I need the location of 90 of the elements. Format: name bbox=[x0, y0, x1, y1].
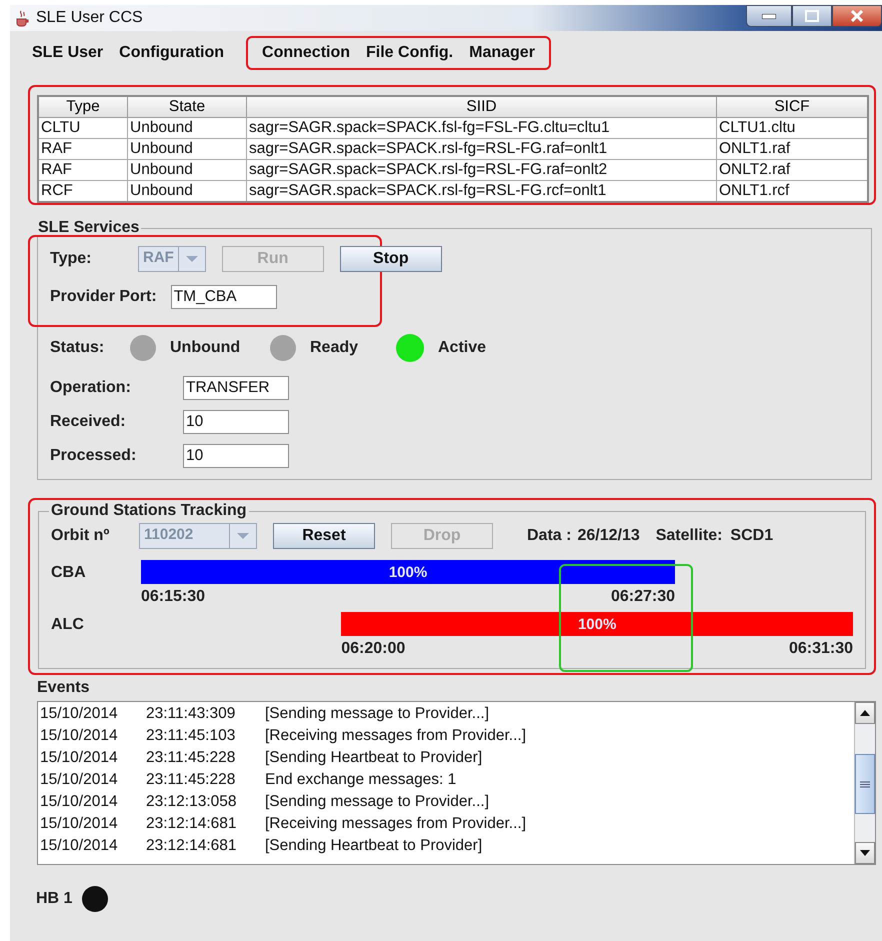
satellite-value: SCD1 bbox=[730, 527, 774, 545]
field-label: Processed: bbox=[50, 447, 138, 465]
table-cell: sagr=SAGR.spack=SPACK.rsl-fg=RSL-FG.raf=onlt1 bbox=[246, 138, 716, 160]
scroll-thumb[interactable] bbox=[855, 754, 875, 814]
column-header[interactable]: Type bbox=[38, 96, 128, 118]
menu-item[interactable]: File Config. bbox=[358, 44, 462, 62]
status-text: Ready bbox=[310, 339, 358, 357]
event-date: 15/10/2014 bbox=[40, 705, 119, 723]
group-title: Ground Stations Tracking bbox=[50, 502, 248, 520]
events-title: Events bbox=[37, 679, 90, 697]
station-label: ALC bbox=[51, 615, 85, 635]
status-text: Active bbox=[438, 339, 486, 357]
end-time: 06:31:30 bbox=[788, 640, 853, 658]
orbit-label: Orbit nº bbox=[51, 527, 110, 545]
event-time: 23:11:45:103 bbox=[146, 727, 236, 745]
close-button[interactable] bbox=[832, 5, 882, 27]
maximize-icon bbox=[805, 10, 819, 22]
menu-item[interactable]: Configuration bbox=[111, 44, 232, 62]
event-time: 23:12:13:058 bbox=[146, 793, 238, 811]
table-cell: sagr=SAGR.spack=SPACK.fsl-fg=FSL-FG.cltu=cltu1 bbox=[246, 118, 716, 138]
event-time: 23:11:45:228 bbox=[146, 749, 236, 767]
grip-icon bbox=[860, 780, 870, 788]
value-field[interactable]: TRANSFER bbox=[183, 376, 289, 400]
table-cell: RAF bbox=[38, 138, 128, 160]
event-time: 23:11:43:309 bbox=[146, 705, 236, 723]
event-date: 15/10/2014 bbox=[40, 771, 119, 789]
column-header[interactable]: SICF bbox=[716, 96, 868, 118]
window-title: SLE User CCS bbox=[36, 9, 143, 27]
stop-button[interactable]: Stop bbox=[340, 246, 442, 272]
maximize-button[interactable] bbox=[792, 5, 832, 27]
event-time: 23:12:14:681 bbox=[146, 837, 238, 855]
event-time: 23:11:45:228 bbox=[146, 771, 236, 789]
satellite-label: Satellite: bbox=[656, 527, 722, 545]
table-cell: RAF bbox=[38, 160, 128, 180]
event-message: [Receiving messages from Provider...] bbox=[265, 815, 526, 833]
event-time: 23:12:14:681 bbox=[146, 815, 238, 833]
reset-button[interactable]: Reset bbox=[273, 523, 375, 549]
coffee-cup-icon bbox=[14, 9, 30, 27]
table-cell: ONLT1.raf bbox=[716, 138, 868, 160]
event-date: 15/10/2014 bbox=[40, 793, 119, 811]
provider-port-label: Provider Port: bbox=[50, 288, 157, 306]
event-date: 15/10/2014 bbox=[40, 749, 119, 767]
status-text: Unbound bbox=[170, 339, 240, 357]
value-field[interactable]: 10 bbox=[183, 410, 289, 434]
caret-icon bbox=[237, 533, 249, 539]
down-arrow-icon bbox=[860, 850, 870, 856]
event-message: End exchange messages: 1 bbox=[265, 771, 456, 789]
table-cell: Unbound bbox=[128, 160, 246, 180]
minimize-icon bbox=[762, 14, 776, 18]
end-time: 06:27:30 bbox=[610, 588, 675, 606]
value-field[interactable]: 10 bbox=[183, 444, 289, 468]
table-cell: CLTU bbox=[38, 118, 128, 138]
status-label: Status: bbox=[50, 339, 106, 357]
event-message: [Sending Heartbeat to Provider] bbox=[265, 749, 482, 767]
menu-item[interactable]: Manager bbox=[461, 44, 543, 62]
minimize-button[interactable] bbox=[746, 5, 792, 27]
group-title: SLE Services bbox=[37, 219, 140, 237]
event-date: 15/10/2014 bbox=[40, 727, 119, 745]
station-label: CBA bbox=[51, 563, 87, 583]
menu-item[interactable]: SLE User bbox=[24, 44, 112, 62]
event-message: [Sending message to Provider...] bbox=[265, 705, 490, 723]
event-message: [Sending Heartbeat to Provider] bbox=[265, 837, 482, 855]
table-cell: ONLT2.raf bbox=[716, 160, 868, 180]
start-time: 06:15:30 bbox=[141, 588, 206, 606]
event-message: [Sending message to Provider...] bbox=[265, 793, 490, 811]
table-cell: Unbound bbox=[128, 138, 246, 160]
column-header[interactable]: SIID bbox=[246, 96, 716, 118]
event-date: 15/10/2014 bbox=[40, 837, 119, 855]
pass-percent: 100% bbox=[388, 564, 428, 580]
scrollbar[interactable] bbox=[854, 702, 875, 864]
provider-port-field[interactable]: TM_CBA bbox=[170, 285, 277, 309]
field-label: Received: bbox=[50, 413, 127, 431]
table-cell: CLTU1.cltu bbox=[716, 118, 868, 138]
date-value: 26/12/13 bbox=[577, 527, 640, 545]
close-icon bbox=[851, 10, 863, 22]
caret-icon bbox=[186, 256, 198, 262]
start-time: 06:20:00 bbox=[341, 640, 406, 658]
pass-percent: 100% bbox=[578, 616, 616, 632]
event-message: [Receiving messages from Provider...] bbox=[265, 727, 526, 745]
up-arrow-icon bbox=[860, 710, 870, 716]
menu-item[interactable]: Connection bbox=[254, 44, 358, 62]
column-header[interactable]: State bbox=[128, 96, 246, 118]
event-date: 15/10/2014 bbox=[40, 815, 119, 833]
heartbeat-label: HB 1 bbox=[36, 890, 72, 908]
field-label: Operation: bbox=[50, 379, 132, 397]
table-cell: Unbound bbox=[128, 118, 246, 138]
table-cell: sagr=SAGR.spack=SPACK.rsl-fg=RSL-FG.rcf=onlt1 bbox=[246, 180, 716, 202]
table-cell: sagr=SAGR.spack=SPACK.rsl-fg=RSL-FG.raf=onlt2 bbox=[246, 160, 716, 180]
date-label: Data : bbox=[527, 527, 572, 545]
type-label: Type: bbox=[50, 250, 92, 268]
